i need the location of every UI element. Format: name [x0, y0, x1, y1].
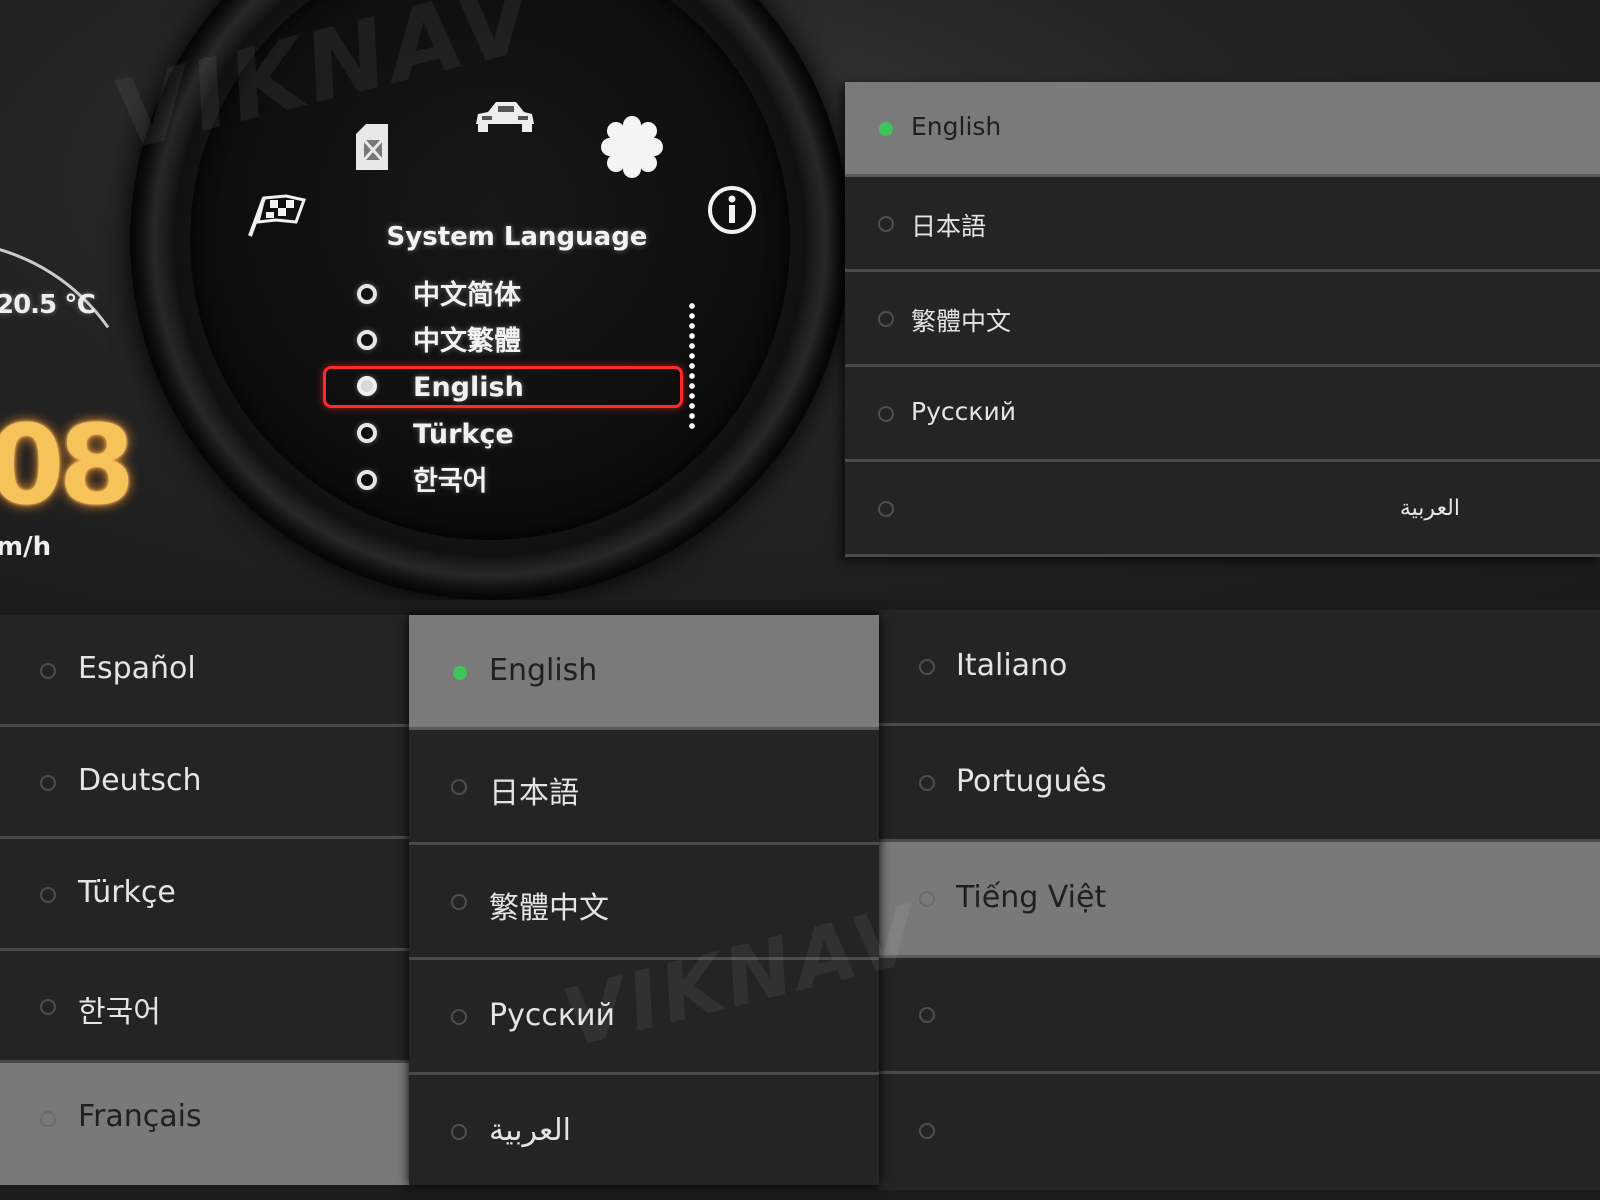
language-label: 한국어 [413, 466, 488, 497]
list-item[interactable] [879, 958, 1600, 1074]
cluster-language-option[interactable]: Türkçe [357, 415, 677, 455]
radio-icon [451, 779, 467, 795]
radio-selected-icon [453, 666, 467, 680]
language-label: 中文繁體 [413, 326, 521, 357]
language-label: 日本語 [911, 212, 987, 241]
language-label: English [911, 112, 1002, 141]
list-item[interactable]: Deutsch [0, 727, 410, 839]
radio-icon [919, 891, 935, 907]
radio-icon [878, 406, 894, 422]
language-label: Deutsch [78, 763, 202, 798]
radio-icon [40, 887, 56, 903]
list-item-selected[interactable]: English [845, 82, 1600, 177]
list-item[interactable]: 繁體中文 [845, 272, 1600, 367]
radio-icon [878, 311, 894, 327]
language-label: 繁體中文 [489, 891, 609, 926]
language-label: العربية [489, 1113, 571, 1148]
language-label: 中文简体 [413, 280, 521, 311]
car-icon[interactable] [472, 98, 536, 134]
list-item[interactable] [879, 1074, 1600, 1190]
list-item[interactable]: Español [0, 615, 410, 727]
radio-icon [878, 501, 894, 517]
list-item[interactable]: Русский [409, 960, 879, 1075]
cluster-language-option[interactable]: 中文简体 [357, 276, 677, 316]
list-item[interactable]: Türkçe [0, 839, 410, 951]
list-item[interactable]: 한국어 [0, 951, 410, 1063]
radio-icon [451, 894, 467, 910]
flag-icon[interactable] [246, 192, 310, 238]
radio-selected-icon [879, 122, 893, 136]
radio-icon [878, 216, 894, 232]
language-label: English [489, 653, 598, 688]
scroll-indicator[interactable] [689, 301, 695, 431]
radio-icon [40, 775, 56, 791]
radio-icon [919, 659, 935, 675]
language-label: Español [78, 651, 196, 686]
list-item[interactable]: العربية [845, 462, 1600, 557]
language-label: Türkçe [413, 419, 514, 450]
screenshot-collage: 20.5 ℃ 08 m/h VIKNAV [0, 0, 1600, 1200]
language-list-panel: Italiano Português Tiếng Việt [879, 610, 1600, 1190]
list-item-highlighted[interactable]: Tiếng Việt [879, 842, 1600, 958]
language-list-panel: Español Deutsch Türkçe 한국어 Français [0, 615, 410, 1185]
list-item[interactable]: العربية [409, 1075, 879, 1185]
language-label: Français [78, 1099, 202, 1134]
radio-icon [40, 1111, 56, 1127]
menu-title: System Language [386, 222, 648, 252]
cluster-language-option[interactable]: 한국어 [357, 462, 677, 502]
list-item[interactable]: Italiano [879, 610, 1600, 726]
language-label: Português [956, 764, 1107, 799]
language-label: العربية [1399, 496, 1460, 521]
selection-highlight [323, 366, 683, 408]
radio-icon [357, 423, 377, 443]
list-item[interactable]: 繁體中文 [409, 845, 879, 960]
speed-readout: 08 [0, 401, 135, 529]
radio-icon [40, 663, 56, 679]
info-icon[interactable] [706, 184, 758, 236]
list-item[interactable]: 日本語 [409, 730, 879, 845]
list-item[interactable]: 日本語 [845, 177, 1600, 272]
list-item-selected[interactable]: English [409, 615, 879, 730]
radio-icon [451, 1124, 467, 1140]
language-label: 日本語 [489, 776, 579, 811]
language-label: Türkçe [78, 875, 176, 910]
list-item-highlighted[interactable]: Français [0, 1063, 410, 1185]
radio-icon [357, 470, 377, 490]
radio-icon [919, 1007, 935, 1023]
language-label: 한국어 [78, 995, 161, 1030]
radio-icon [357, 330, 377, 350]
fuel-icon[interactable] [352, 122, 394, 172]
gear-icon[interactable] [600, 116, 664, 178]
language-label: 繁體中文 [911, 307, 1012, 336]
radio-icon [919, 1123, 935, 1139]
radio-icon [919, 775, 935, 791]
speed-unit: m/h [0, 532, 52, 562]
language-list-panel: English 日本語 繁體中文 Русский العربية [409, 615, 879, 1185]
language-label: Русский [911, 397, 1016, 426]
cluster-language-option[interactable]: 中文繁體 [357, 322, 677, 362]
list-item[interactable]: Русский [845, 367, 1600, 462]
list-item[interactable]: Português [879, 726, 1600, 842]
language-list-panel: English 日本語 繁體中文 Русский العربية [845, 82, 1600, 557]
language-label: Русский [489, 998, 615, 1033]
temperature-readout: 20.5 ℃ [0, 290, 96, 320]
language-label: Italiano [956, 648, 1068, 683]
radio-icon [451, 1009, 467, 1025]
radio-icon [40, 999, 56, 1015]
radio-icon [357, 284, 377, 304]
language-label: Tiếng Việt [956, 880, 1107, 915]
